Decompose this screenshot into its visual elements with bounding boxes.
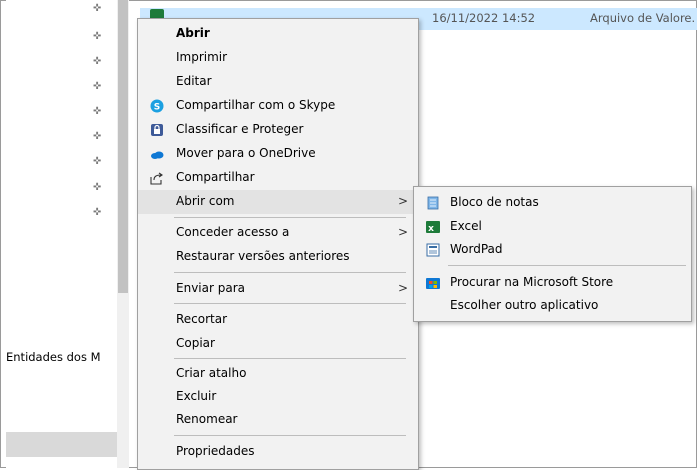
menu-item-abrir-com[interactable]: Abrir com > xyxy=(138,190,418,214)
share-icon xyxy=(150,172,163,185)
pin-icon[interactable]: ✜ xyxy=(93,32,103,42)
menu-separator xyxy=(174,272,406,273)
nav-item-entidades[interactable]: Entidades dos M xyxy=(6,350,117,364)
file-type: Arquivo de Valore. xyxy=(590,11,696,25)
onedrive-icon xyxy=(151,151,164,159)
menu-item-abrir[interactable]: Abrir xyxy=(138,22,418,46)
menu-separator xyxy=(174,358,406,359)
skype-icon: S xyxy=(150,99,164,113)
pin-icon[interactable]: ✜ xyxy=(93,4,103,14)
open-with-submenu: Bloco de notas x Excel WordPad Procurar … xyxy=(413,186,692,322)
menu-item-label: Compartilhar com o Skype xyxy=(176,98,336,112)
menu-item-label: Restaurar versões anteriores xyxy=(176,249,350,263)
file-date: 16/11/2022 14:52 xyxy=(432,11,536,25)
menu-item-label: Criar atalho xyxy=(176,366,247,380)
wordpad-icon xyxy=(426,243,440,257)
menu-separator xyxy=(174,303,406,304)
pin-icon[interactable]: ✜ xyxy=(93,107,103,117)
menu-item-label: Mover para o OneDrive xyxy=(176,146,316,160)
menu-separator xyxy=(174,217,406,218)
pin-icon[interactable]: ✜ xyxy=(93,157,103,167)
menu-separator xyxy=(174,435,406,436)
excel-icon: x xyxy=(426,221,440,234)
microsoft-store-icon xyxy=(426,278,440,289)
shield-lock-icon xyxy=(151,124,163,136)
svg-text:S: S xyxy=(154,103,160,113)
menu-item-label: Editar xyxy=(176,74,212,88)
submenu-item-label: Excel xyxy=(450,219,482,233)
menu-item-excluir[interactable]: Excluir xyxy=(138,385,418,409)
notepad-icon xyxy=(427,196,439,210)
menu-item-skype[interactable]: S Compartilhar com o Skype xyxy=(138,94,418,118)
menu-item-label: Abrir com xyxy=(176,194,235,208)
pin-icon[interactable]: ✜ xyxy=(93,132,103,142)
menu-item-imprimir[interactable]: Imprimir xyxy=(138,46,418,70)
submenu-item-microsoft-store[interactable]: Procurar na Microsoft Store xyxy=(414,271,691,295)
pin-icon[interactable]: ✜ xyxy=(93,208,103,218)
menu-item-label: Classificar e Proteger xyxy=(176,122,304,136)
pin-icon[interactable]: ✜ xyxy=(93,82,103,92)
chevron-right-icon: > xyxy=(397,281,408,295)
menu-item-onedrive[interactable]: Mover para o OneDrive xyxy=(138,142,418,166)
chevron-right-icon: > xyxy=(397,194,408,208)
pin-icon[interactable]: ✜ xyxy=(93,183,103,193)
submenu-item-label: Bloco de notas xyxy=(450,195,539,209)
submenu-item-excel[interactable]: x Excel xyxy=(414,215,691,239)
menu-item-recortar[interactable]: Recortar xyxy=(138,308,418,332)
chevron-right-icon: > xyxy=(397,225,408,239)
submenu-item-label: WordPad xyxy=(450,242,503,256)
menu-item-criar-atalho[interactable]: Criar atalho xyxy=(138,362,418,386)
context-menu: Abrir Imprimir Editar S Compartilhar com… xyxy=(137,18,419,470)
menu-item-enviar[interactable]: Enviar para > xyxy=(138,277,418,301)
submenu-item-wordpad[interactable]: WordPad xyxy=(414,238,691,262)
menu-item-label: Copiar xyxy=(176,336,215,350)
menu-item-label: Renomear xyxy=(176,412,238,426)
submenu-item-bloco-de-notas[interactable]: Bloco de notas xyxy=(414,191,691,215)
menu-item-renomear[interactable]: Renomear xyxy=(138,408,418,432)
menu-item-classificar[interactable]: Classificar e Proteger xyxy=(138,118,418,142)
menu-item-compartilhar[interactable]: Compartilhar xyxy=(138,166,418,190)
submenu-separator xyxy=(448,265,686,266)
menu-item-label: Imprimir xyxy=(176,50,228,64)
menu-item-label: Conceder acesso a xyxy=(176,225,290,239)
nav-scrollbar-thumb[interactable] xyxy=(118,0,128,293)
pin-icon[interactable]: ✜ xyxy=(93,57,103,67)
menu-item-copiar[interactable]: Copiar xyxy=(138,332,418,356)
submenu-item-label: Escolher outro aplicativo xyxy=(450,298,599,312)
menu-item-label: Propriedades xyxy=(176,444,255,458)
submenu-item-label: Procurar na Microsoft Store xyxy=(450,275,614,289)
menu-item-conceder[interactable]: Conceder acesso a > xyxy=(138,221,418,245)
nav-selected-item[interactable] xyxy=(6,432,117,457)
menu-item-propriedades[interactable]: Propriedades xyxy=(138,440,418,464)
menu-item-restaurar[interactable]: Restaurar versões anteriores xyxy=(138,245,418,269)
navigation-pane: ✜ ✜ ✜ ✜ ✜ ✜ ✜ ✜ ✜ Entidades dos M xyxy=(6,0,117,468)
menu-item-label: Recortar xyxy=(176,312,228,326)
menu-item-label: Excluir xyxy=(176,389,217,403)
menu-item-label: Abrir xyxy=(176,26,210,40)
menu-item-label: Compartilhar xyxy=(176,170,255,184)
menu-item-editar[interactable]: Editar xyxy=(138,70,418,94)
submenu-item-escolher-outro[interactable]: Escolher outro aplicativo xyxy=(414,294,691,318)
svg-text:x: x xyxy=(428,224,434,234)
menu-item-label: Enviar para xyxy=(176,281,245,295)
